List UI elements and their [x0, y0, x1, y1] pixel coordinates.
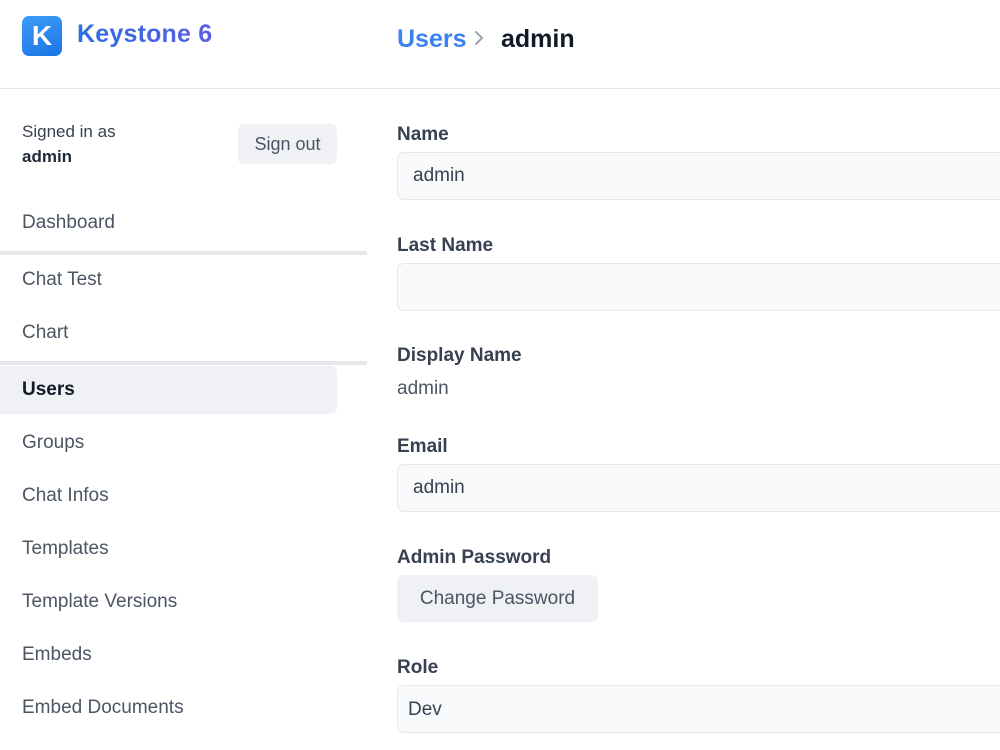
last-name-input[interactable]: [397, 263, 1000, 311]
keystone-logo-icon[interactable]: K: [22, 16, 62, 56]
sidebar-item-embeds[interactable]: Embeds: [0, 631, 337, 679]
last-name-label: Last Name: [397, 235, 494, 256]
sidebar-item-embed-documents[interactable]: Embed Documents: [0, 684, 337, 732]
chevron-right-icon: [475, 31, 483, 45]
sidebar-item-chat-test[interactable]: Chat Test: [0, 256, 337, 304]
email-input[interactable]: [397, 464, 1000, 512]
signed-in-user: admin: [22, 147, 73, 166]
admin-password-label: Admin Password: [397, 547, 552, 568]
role-label: Role: [397, 657, 439, 678]
breadcrumb-users-link[interactable]: Users: [397, 25, 467, 54]
header: K Keystone 6 Users admin: [0, 0, 1000, 89]
email-label: Email: [397, 436, 448, 457]
sidebar-item-chart[interactable]: Chart: [0, 309, 337, 357]
role-select[interactable]: Dev: [397, 685, 1000, 733]
sidebar-item-template-versions[interactable]: Template Versions: [0, 578, 337, 626]
sidebar-item-dashboard[interactable]: Dashboard: [0, 199, 337, 247]
sidebar-item-templates[interactable]: Templates: [0, 525, 337, 573]
sidebar-item-groups[interactable]: Groups: [0, 419, 337, 467]
change-password-button[interactable]: Change Password: [397, 575, 598, 622]
sidebar-item-users[interactable]: Users: [0, 366, 337, 414]
name-input[interactable]: [397, 152, 1000, 200]
sidebar-item-chat-infos[interactable]: Chat Infos: [0, 472, 337, 520]
name-label: Name: [397, 124, 449, 145]
page-title: admin: [501, 25, 575, 53]
signed-in-label: Signed in as: [22, 122, 116, 141]
sidebar-divider: [0, 361, 367, 365]
sidebar-divider: [0, 251, 367, 255]
app-title[interactable]: Keystone 6: [77, 20, 212, 49]
role-selected-value: Dev: [408, 699, 442, 720]
display-name-label: Display Name: [397, 345, 522, 366]
sign-out-button[interactable]: Sign out: [238, 124, 337, 164]
display-name-value: admin: [397, 378, 449, 399]
